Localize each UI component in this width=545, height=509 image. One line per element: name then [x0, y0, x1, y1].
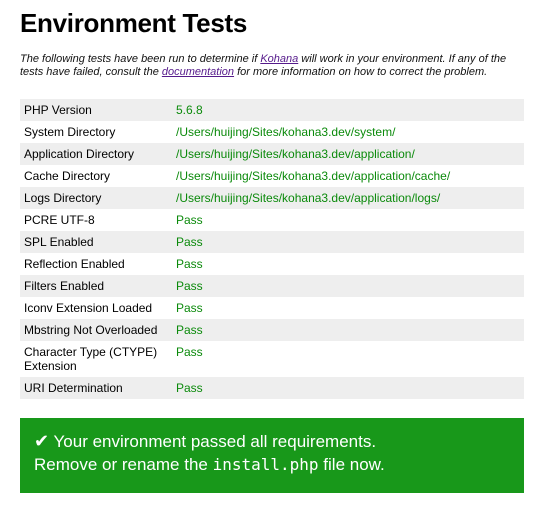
- test-name: URI Determination: [24, 381, 123, 395]
- test-result: Pass: [176, 213, 203, 227]
- test-name: Mbstring Not Overloaded: [24, 323, 158, 337]
- banner-instruction-after: file now.: [318, 455, 385, 474]
- test-name: PCRE UTF-8: [24, 213, 95, 227]
- banner-line-1: ✔ Your environment passed all requiremen…: [34, 430, 524, 453]
- test-result: /Users/huijing/Sites/kohana3.dev/applica…: [176, 169, 451, 183]
- test-result: /Users/huijing/Sites/kohana3.dev/system/: [176, 125, 396, 139]
- test-name: Iconv Extension Loaded: [24, 301, 153, 315]
- test-row: Logs Directory/Users/huijing/Sites/kohan…: [20, 187, 524, 209]
- test-row: Reflection Enabled Pass: [20, 253, 524, 275]
- test-row: Mbstring Not Overloaded Pass: [20, 319, 524, 341]
- test-row: Character Type (CTYPE) Extension Pass: [20, 341, 524, 377]
- kohana-link[interactable]: Kohana: [260, 53, 298, 65]
- test-row: Application Directory/Users/huijing/Site…: [20, 143, 524, 165]
- banner-message: Your environment passed all requirements…: [49, 432, 377, 451]
- test-row: PCRE UTF-8 Pass: [20, 209, 524, 231]
- checkmark-icon: ✔: [34, 431, 50, 451]
- test-row: Cache Directory/Users/huijing/Sites/koha…: [20, 165, 524, 187]
- test-result: Pass: [176, 279, 203, 293]
- test-name: SPL Enabled: [24, 235, 94, 249]
- intro-paragraph: The following tests have been run to det…: [20, 53, 530, 79]
- documentation-link[interactable]: documentation: [162, 66, 234, 78]
- test-row: PHP Version 5.6.8: [20, 99, 524, 121]
- test-name: Cache Directory: [24, 169, 111, 183]
- test-row: Iconv Extension Loaded Pass: [20, 297, 524, 319]
- install-filename: install.php: [212, 455, 319, 474]
- banner-line-2: Remove or rename the install.php file no…: [34, 453, 524, 476]
- environment-tests-table: PHP Version 5.6.8 System Directory/Users/…: [20, 99, 524, 399]
- test-name: Application Directory: [24, 147, 135, 161]
- test-result: Pass: [176, 323, 203, 337]
- test-row: SPL Enabled Pass: [20, 231, 524, 253]
- banner-instruction-before: Remove or rename the: [34, 455, 213, 474]
- test-result: /Users/huijing/Sites/kohana3.dev/applica…: [176, 147, 415, 161]
- test-result: Pass: [176, 257, 203, 271]
- test-name: Logs Directory: [24, 191, 102, 205]
- test-result: 5.6.8: [176, 103, 203, 117]
- test-name: Filters Enabled: [24, 279, 105, 293]
- intro-text-1: The following tests have been run to det…: [20, 53, 261, 65]
- test-row: Filters Enabled Pass: [20, 275, 524, 297]
- test-result: Pass: [176, 381, 203, 395]
- intro-text-3: for more information on how to correct t…: [234, 66, 488, 78]
- success-banner: ✔ Your environment passed all requiremen…: [20, 418, 524, 493]
- test-result: /Users/huijing/Sites/kohana3.dev/applica…: [176, 191, 441, 205]
- test-result: Pass: [176, 345, 203, 359]
- test-result: Pass: [176, 235, 203, 249]
- test-result: Pass: [176, 301, 203, 315]
- test-row: System Directory/Users/huijing/Sites/koh…: [20, 121, 524, 143]
- page-title: Environment Tests: [20, 8, 248, 38]
- test-name: System Directory: [24, 125, 116, 139]
- test-name: Reflection Enabled: [24, 257, 125, 271]
- test-name: Character Type (CTYPE) Extension: [24, 345, 158, 373]
- test-name: PHP Version: [24, 103, 92, 117]
- test-row: URI Determination Pass: [20, 377, 524, 399]
